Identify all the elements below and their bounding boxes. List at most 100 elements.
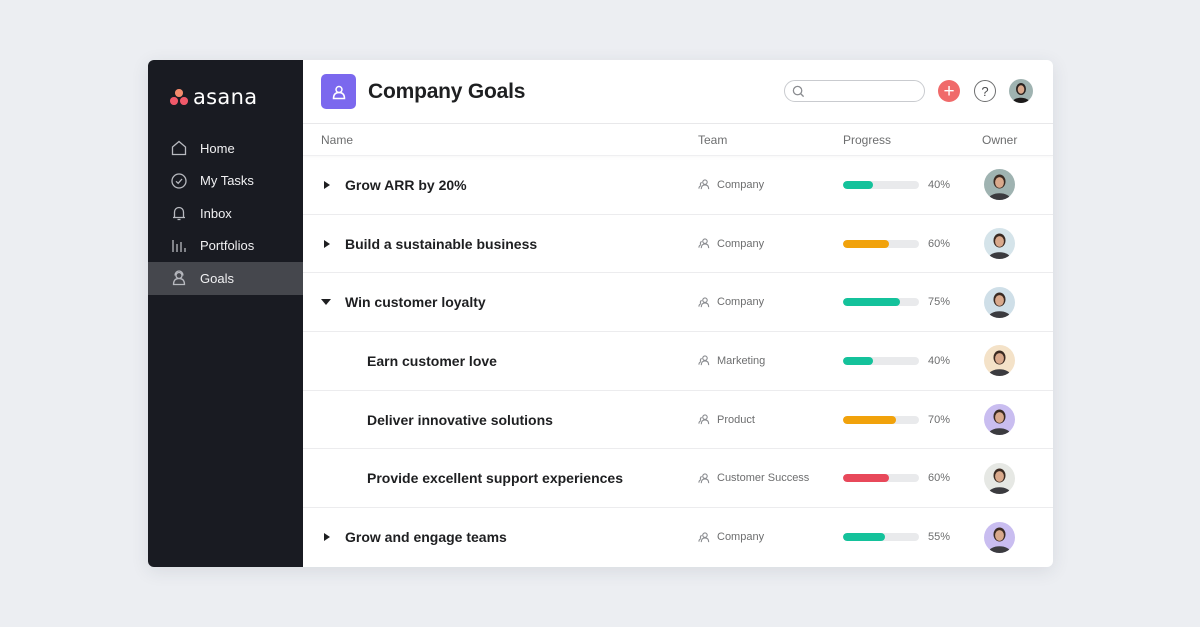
goal-person-icon [332,85,345,99]
logo-text: asana [193,85,258,109]
column-header-name[interactable]: Name [321,133,353,147]
progress-cell: 60% [843,472,950,484]
progress-cell: 60% [843,238,950,250]
team-label: Company [717,531,765,544]
team-label: Customer Success [717,472,810,485]
team-cell: Customer Success [698,472,809,485]
home-icon [170,139,188,157]
help-button[interactable]: ? [974,80,996,102]
progress-bar [843,356,919,365]
progress-percent: 75% [928,296,951,309]
goals-table: Grow ARR by 20% Company 40% Build a sust… [303,156,1053,567]
page-title: Company Goals [368,79,526,103]
goal-name[interactable]: Grow and engage teams [345,529,507,545]
team-cell: Marketing [698,354,765,367]
search-box[interactable] [784,80,925,102]
owner-avatar[interactable] [984,169,1015,201]
column-header-owner[interactable]: Owner [982,133,1017,147]
progress-cell: 55% [843,531,950,543]
owner-avatar[interactable] [984,345,1015,377]
owner-avatar[interactable] [984,228,1015,260]
header-actions: + ? [784,79,1033,103]
goal-row[interactable]: Win customer loyalty Company 75% [303,273,1053,333]
search-input[interactable] [809,85,919,97]
caret-right-icon[interactable] [324,180,330,189]
column-header-progress[interactable]: Progress [843,133,891,147]
progress-bar-fill [843,356,874,365]
team-icon [698,297,710,307]
team-icon [698,532,710,543]
sidebar-item-home[interactable]: Home [148,132,303,165]
team-cell: Company [698,296,764,309]
sidebar-item-label: Inbox [200,205,232,221]
team-icon [698,238,710,249]
goal-row[interactable]: Grow and engage teams Company 55% [303,508,1053,567]
sidebar-item-goals[interactable]: Goals [148,262,303,295]
progress-bar-fill [843,415,897,424]
team-icon [698,473,710,483]
progress-bar-fill [843,180,874,189]
progress-cell: 40% [843,179,950,191]
page-header: Company Goals + ? [303,60,1053,124]
sidebar-item-label: Home [200,140,235,156]
goal-name[interactable]: Grow ARR by 20% [345,177,467,193]
sidebar-nav: Home My Tasks Inbox Portfolios Goals [148,132,303,295]
team-label: Product [717,413,755,426]
team-cell: Company [698,531,764,544]
caret-down-icon[interactable] [321,299,331,306]
goal-row[interactable]: Provide excellent support experiences Cu… [303,449,1053,509]
owner-avatar[interactable] [984,521,1015,553]
sidebar-item-inbox[interactable]: Inbox [148,197,303,230]
goal-name[interactable]: Deliver innovative solutions [367,412,553,428]
progress-bar [843,415,919,424]
sidebar: asana Home My Tasks Inbox Portfolios Goa… [148,60,303,567]
progress-bar [843,474,919,483]
team-label: Company [717,296,765,309]
owner-avatar[interactable] [984,462,1015,494]
add-button[interactable]: + [938,80,960,102]
progress-percent: 40% [928,178,951,191]
sidebar-item-portfolios[interactable]: Portfolios [148,230,303,263]
sidebar-item-label: My Tasks [200,173,254,189]
bar-chart-icon [170,237,188,255]
team-label: Marketing [717,354,766,367]
caret-right-icon[interactable] [324,239,330,248]
progress-percent: 60% [928,472,951,485]
team-icon [698,179,710,190]
user-avatar[interactable] [1009,79,1033,103]
table-header: Name Team Progress Owner [303,124,1053,156]
goal-name[interactable]: Build a sustainable business [345,236,537,252]
goal-row[interactable]: Earn customer love Marketing 40% [303,332,1053,391]
goal-name[interactable]: Win customer loyalty [345,294,486,310]
asana-logo[interactable]: asana [148,60,303,132]
goal-name[interactable]: Earn customer love [367,353,497,369]
owner-avatar[interactable] [984,286,1015,318]
team-label: Company [717,178,765,191]
goal-row[interactable]: Deliver innovative solutions Product 70% [303,391,1053,450]
check-circle-icon [170,172,188,190]
progress-percent: 55% [928,531,951,544]
team-icon [698,414,710,425]
progress-bar-fill [843,533,885,542]
column-header-team[interactable]: Team [698,133,727,147]
team-icon [698,355,710,366]
progress-bar [843,533,919,542]
sidebar-item-label: Portfolios [200,238,255,254]
progress-bar-fill [843,474,889,483]
team-cell: Company [698,237,764,250]
progress-percent: 40% [928,354,951,367]
goal-row[interactable]: Grow ARR by 20% Company 40% [303,156,1053,215]
team-cell: Product [698,413,755,426]
goal-row[interactable]: Build a sustainable business Company 60% [303,215,1053,274]
bell-icon [170,204,188,222]
caret-right-icon[interactable] [324,533,330,542]
team-cell: Company [698,178,764,191]
sidebar-item-my-tasks[interactable]: My Tasks [148,165,303,198]
progress-cell: 70% [843,414,950,426]
asana-logo-icon [170,89,188,105]
progress-bar-fill [843,298,900,307]
owner-avatar[interactable] [984,404,1015,436]
goal-name[interactable]: Provide excellent support experiences [367,470,623,486]
progress-percent: 60% [928,237,951,250]
sidebar-item-label: Goals [200,270,234,286]
